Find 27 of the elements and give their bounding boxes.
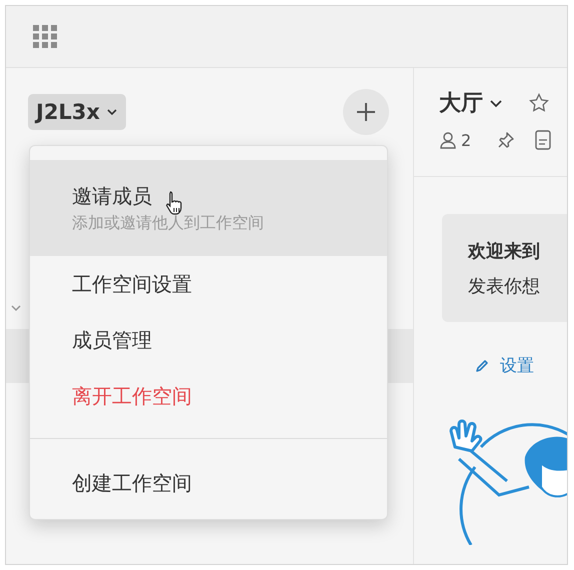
menu-item-label: 离开工作空间 <box>72 383 192 410</box>
menu-item[interactable]: 邀请成员 添加或邀请他人到工作空间 <box>30 160 387 256</box>
menu-item[interactable]: 离开工作空间 <box>30 368 387 424</box>
pin-icon[interactable] <box>497 131 516 149</box>
menu-item-label: 创建工作空间 <box>72 470 192 497</box>
menu-item-label: 邀请成员 <box>72 183 152 210</box>
welcome-text: 发表你想 <box>468 275 541 299</box>
menu-item[interactable]: 成员管理 <box>30 312 387 368</box>
set-topic-link[interactable]: 设置 <box>474 354 567 377</box>
add-button[interactable] <box>343 89 389 135</box>
chevron-down-icon[interactable] <box>489 98 503 108</box>
menu-item-label: 成员管理 <box>72 327 152 354</box>
member-count: 2 <box>461 130 472 150</box>
chevron-down-icon <box>106 108 118 116</box>
person-icon[interactable] <box>439 131 457 149</box>
workspace-switcher[interactable]: J2L3x <box>28 94 126 130</box>
channel-name[interactable]: 大厅 <box>439 88 483 118</box>
document-icon[interactable] <box>535 130 552 150</box>
star-icon[interactable] <box>529 93 549 113</box>
menu-item[interactable]: 工作空间设置 <box>30 256 387 312</box>
menu-item[interactable]: 创建工作空间 <box>30 455 387 511</box>
apps-grid-icon[interactable] <box>33 25 57 48</box>
menu-item-label: 工作空间设置 <box>72 271 192 298</box>
welcome-title: 欢迎来到 <box>468 240 541 264</box>
plus-icon <box>355 101 377 123</box>
menu-item-description: 添加或邀请他人到工作空间 <box>72 212 265 234</box>
pencil-icon <box>474 358 490 374</box>
